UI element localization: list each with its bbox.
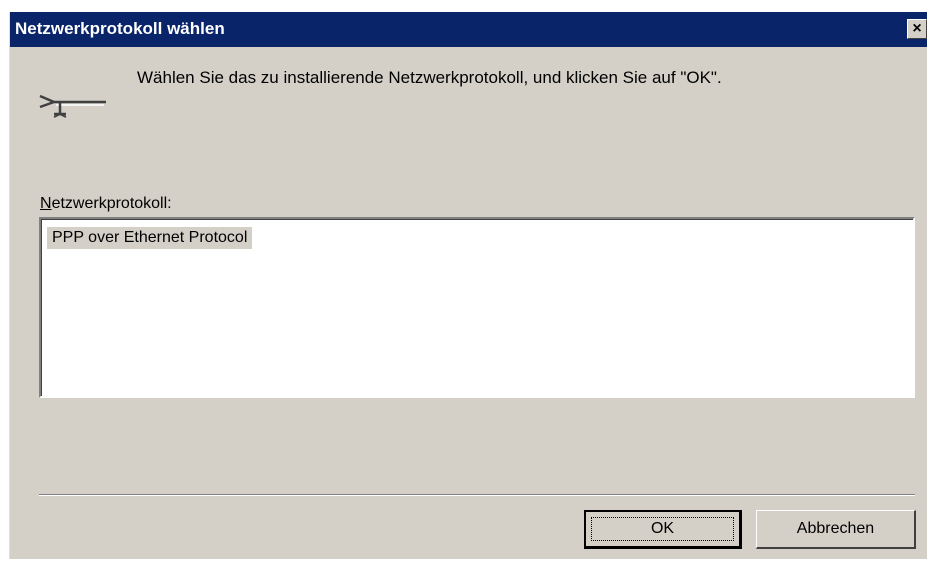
cancel-button[interactable]: Abbrechen (756, 510, 916, 549)
close-button[interactable]: × (907, 19, 927, 39)
protocol-listbox[interactable]: PPP over Ethernet Protocol (39, 217, 915, 398)
title-bar[interactable]: Netzwerkprotokoll wählen × (10, 12, 927, 47)
protocol-list-label: Netzwerkprotokoll: (40, 195, 172, 213)
cancel-label: Abbrechen (796, 520, 875, 537)
list-item-pppoe[interactable]: PPP over Ethernet Protocol (47, 227, 253, 249)
label-accelerator: N (40, 195, 52, 212)
protocol-dialog: Netzwerkprotokoll wählen × Wählen Sie da… (9, 12, 927, 559)
dialog-title: Netzwerkprotokoll wählen (15, 19, 225, 38)
label-text: etzwerkprotokoll: (51, 195, 172, 212)
ok-button[interactable]: OK (584, 510, 742, 549)
network-protocol-icon (39, 94, 106, 118)
focus-rect (591, 517, 734, 541)
instruction-text: Wählen Sie das zu installierende Netzwer… (137, 68, 722, 87)
close-icon: × (912, 20, 922, 37)
separator (39, 494, 915, 496)
